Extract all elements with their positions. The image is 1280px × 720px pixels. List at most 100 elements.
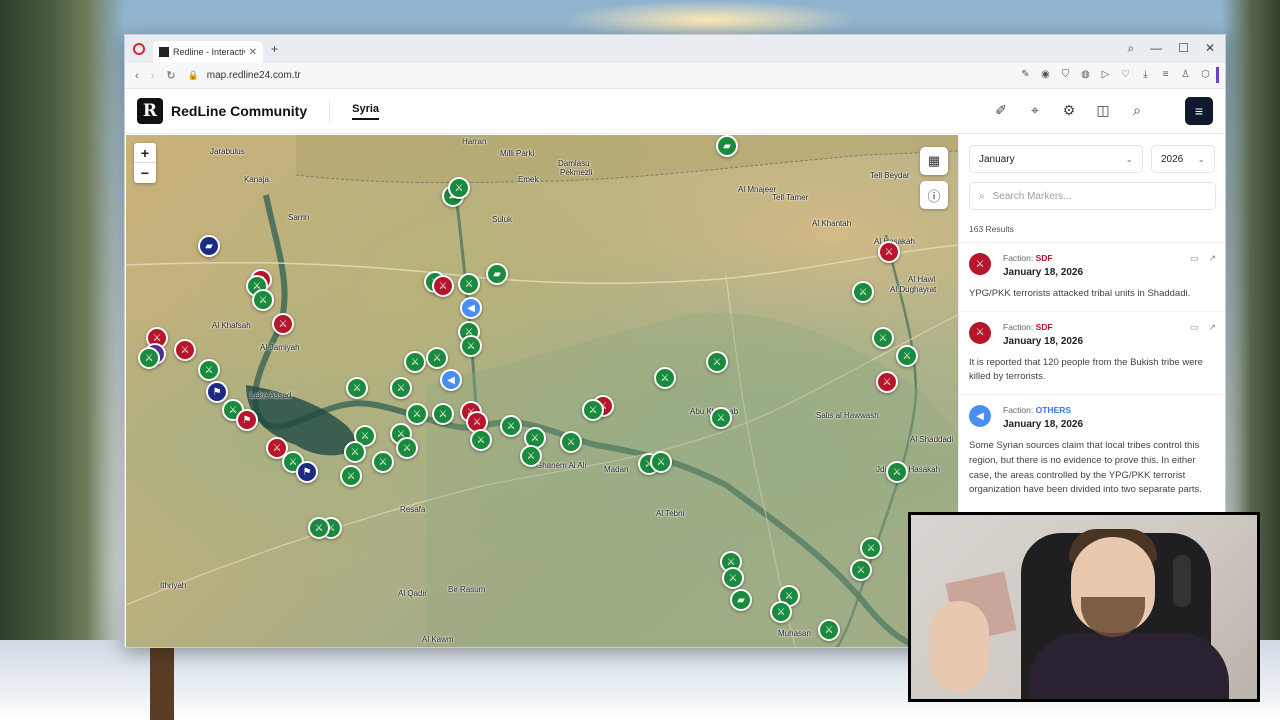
government-marker[interactable]: ⚔ — [722, 567, 744, 589]
government-marker[interactable]: ⚔ — [850, 559, 872, 581]
brand-name[interactable]: RedLine Community — [171, 103, 307, 119]
government-marker[interactable]: ⚔ — [308, 517, 330, 539]
government-marker[interactable]: ⚔ — [852, 281, 874, 303]
play-icon[interactable]: ▷ — [1100, 69, 1111, 80]
close-window-icon[interactable]: ✕ — [1205, 41, 1215, 56]
search-icon[interactable]: ⌕ — [1129, 102, 1145, 119]
government-marker[interactable]: ⚔ — [426, 347, 448, 369]
browser-tab[interactable]: Redline - Interactive Strat ✕ — [153, 41, 263, 63]
url-field[interactable]: map.redline24.com.tr — [207, 70, 301, 81]
opera-logo-icon[interactable] — [133, 43, 145, 55]
map-canvas[interactable]: Jarabulus Kanaja Sarrin Harran Damlasu P… — [126, 135, 958, 647]
external-link-icon[interactable]: ↗ — [1208, 253, 1216, 264]
menu-icon[interactable]: ≡ — [1160, 69, 1171, 80]
sdf-attack-marker[interactable]: ⚔ — [174, 339, 196, 361]
navy-marker[interactable]: ⚑ — [206, 381, 228, 403]
shield-icon[interactable]: ⛉ — [1060, 69, 1071, 80]
event-entry[interactable]: ⚔ Faction: SDF January 18, 2026 ▭ ↗ YPG/… — [959, 242, 1225, 311]
video-icon[interactable]: ▭ — [1190, 322, 1199, 333]
event-entry[interactable]: ◀ Faction: OTHERS January 18, 2026 Some … — [959, 394, 1225, 507]
forward-icon[interactable]: › — [151, 70, 155, 82]
marker-search-input[interactable]: ⌕ Search Markers... — [969, 182, 1216, 210]
sdf-attack-marker[interactable]: ⚔ — [876, 371, 898, 393]
government-marker[interactable]: ⚔ — [886, 461, 908, 483]
navy-marker[interactable]: ⚑ — [296, 461, 318, 483]
cube-icon[interactable]: ⬡ — [1200, 69, 1211, 80]
heart-icon[interactable]: ♡ — [1120, 69, 1131, 80]
webcam-hand — [929, 601, 989, 691]
video-icon[interactable]: ▭ — [1190, 253, 1199, 264]
government-marker[interactable]: ⚔ — [560, 431, 582, 453]
government-marker[interactable]: ⚔ — [344, 441, 366, 463]
sdf-attack-marker[interactable]: ⚑ — [236, 409, 258, 431]
month-select[interactable]: January ⌄ — [969, 145, 1143, 173]
others-marker[interactable]: ◀ — [460, 297, 482, 319]
government-marker[interactable]: ⚔ — [520, 445, 542, 467]
snapshot-icon[interactable]: ◉ — [1040, 69, 1051, 80]
back-icon[interactable]: ‹ — [135, 70, 139, 82]
zoom-out-button[interactable]: − — [134, 163, 156, 183]
hamburger-menu-button[interactable]: ≡ — [1185, 97, 1213, 125]
government-marker[interactable]: ⚔ — [770, 601, 792, 623]
government-marker[interactable]: ⚔ — [706, 351, 728, 373]
external-link-icon[interactable]: ↗ — [1208, 322, 1216, 333]
map-layers-button[interactable]: ▦ — [920, 147, 948, 175]
event-entry[interactable]: ⚔ Faction: SDF January 18, 2026 ▭ ↗ It i… — [959, 310, 1225, 394]
profile-icon[interactable]: ♙ — [1180, 69, 1191, 80]
settings-icon[interactable]: ⚙ — [1061, 102, 1077, 119]
sdf-attack-marker[interactable]: ⚔ — [432, 275, 454, 297]
draw-icon[interactable]: ✐ — [993, 102, 1009, 119]
government-marker[interactable]: ⚔ — [404, 351, 426, 373]
tab-close-icon[interactable]: ✕ — [249, 47, 257, 58]
others-marker[interactable]: ◀ — [440, 369, 462, 391]
government-marker[interactable]: ⚔ — [346, 377, 368, 399]
government-marker[interactable]: ⚔ — [460, 335, 482, 357]
government-marker[interactable]: ⚔ — [500, 415, 522, 437]
government-marker[interactable]: ⚔ — [818, 619, 840, 641]
government-marker[interactable]: ⚔ — [138, 347, 160, 369]
sdf-attack-icon: ⚔ — [969, 253, 991, 275]
map-info-button[interactable]: ⓘ — [920, 181, 948, 209]
government-marker[interactable]: ⚔ — [198, 359, 220, 381]
sdf-attack-marker[interactable]: ⚔ — [272, 313, 294, 335]
government-marker[interactable]: ⚔ — [372, 451, 394, 473]
government-marker[interactable]: ⚔ — [448, 177, 470, 199]
government-marker[interactable]: ⚔ — [872, 327, 894, 349]
vehicle-marker[interactable]: ▰ — [716, 135, 738, 157]
vpn-icon[interactable]: ◍ — [1080, 69, 1091, 80]
government-marker[interactable]: ⚔ — [252, 289, 274, 311]
sdf-attack-marker[interactable]: ⚔ — [878, 241, 900, 263]
government-marker[interactable]: ⚔ — [470, 429, 492, 451]
government-marker[interactable]: ⚔ — [340, 465, 362, 487]
search-tabs-icon[interactable]: ⌕ — [1127, 41, 1134, 56]
government-marker[interactable]: ⚔ — [390, 377, 412, 399]
year-select[interactable]: 2026 ⌄ — [1151, 145, 1215, 173]
government-marker[interactable]: ⚔ — [582, 399, 604, 421]
place-label: Sarrin — [288, 213, 310, 222]
reload-icon[interactable]: ↻ — [166, 69, 175, 82]
camera-icon[interactable]: ◫ — [1095, 102, 1111, 119]
window-controls: ⌕ — ☐ ✕ — [1127, 41, 1215, 56]
government-marker[interactable]: ⚔ — [654, 367, 676, 389]
government-marker[interactable]: ⚔ — [860, 537, 882, 559]
government-marker[interactable]: ⚔ — [650, 451, 672, 473]
government-marker[interactable]: ⚔ — [432, 403, 454, 425]
vehicle-marker[interactable]: ▰ — [198, 235, 220, 257]
new-tab-icon[interactable]: + — [271, 42, 278, 56]
location-pin-icon[interactable]: ⌖ — [1027, 102, 1043, 119]
minimize-icon[interactable]: — — [1150, 41, 1162, 56]
government-marker[interactable]: ⚔ — [710, 407, 732, 429]
government-marker[interactable]: ⚔ — [896, 345, 918, 367]
vehicle-marker[interactable]: ▰ — [486, 263, 508, 285]
download-icon[interactable]: ⤓ — [1140, 69, 1151, 80]
place-label: Tell Tamer — [772, 193, 809, 202]
zoom-in-button[interactable]: + — [134, 143, 156, 163]
government-marker[interactable]: ⚔ — [458, 273, 480, 295]
edit-icon[interactable]: ✎ — [1020, 69, 1031, 80]
government-marker[interactable]: ⚔ — [396, 437, 418, 459]
maximize-icon[interactable]: ☐ — [1178, 41, 1189, 56]
government-marker[interactable]: ⚔ — [406, 403, 428, 425]
vehicle-marker[interactable]: ▰ — [730, 589, 752, 611]
logo[interactable]: R — [137, 98, 163, 124]
tab-syria[interactable]: Syria — [352, 103, 380, 120]
